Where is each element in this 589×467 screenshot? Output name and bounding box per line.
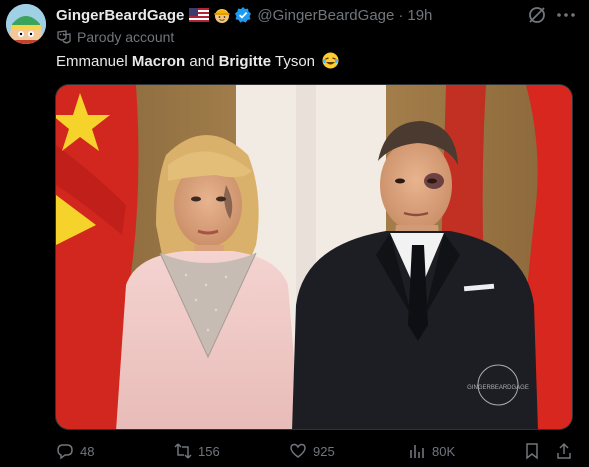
tweet-text-part: and — [185, 53, 219, 70]
theater-mask-icon — [56, 29, 72, 45]
tweet-text-part: Tyson — [271, 53, 316, 70]
tweet-header: GingerBeardGage @GingerBeardGage · 19h — [56, 5, 432, 25]
views-count: 80K — [432, 443, 456, 459]
construction-worker-emoji-icon — [213, 6, 231, 24]
tweet-bold-macron: Macron — [131, 53, 186, 70]
reply-button[interactable]: 48 — [56, 442, 94, 460]
reply-count: 48 — [80, 443, 95, 459]
handle[interactable]: @GingerBeardGage — [257, 7, 394, 24]
action-bar: 48 156 925 80K — [0, 438, 589, 466]
views-icon — [410, 445, 424, 458]
timestamp[interactable]: 19h — [407, 7, 432, 24]
repost-button[interactable]: 156 — [174, 442, 220, 460]
tweet-text: Emmanuel Macron and Brigitte Tyson — [56, 52, 339, 70]
repost-icon — [174, 443, 192, 459]
reply-icon — [57, 444, 73, 460]
avatar[interactable] — [6, 4, 46, 44]
like-button[interactable]: 925 — [289, 442, 335, 460]
verified-badge-icon[interactable] — [234, 6, 252, 24]
tweet-text-part: Emmanuel — [56, 53, 132, 70]
bookmark-icon[interactable] — [523, 442, 541, 460]
rolling-laughing-emoji-icon — [322, 52, 339, 69]
share-icon[interactable] — [555, 442, 573, 460]
views-button[interactable]: 80K — [408, 442, 455, 460]
parody-label-text: Parody account — [77, 29, 175, 45]
parody-label: Parody account — [56, 29, 174, 45]
watermark-text: GINGERBEARDGAGE — [467, 385, 529, 391]
repost-count: 156 — [198, 443, 220, 459]
tweet[interactable]: GingerBeardGage @GingerBeardGage · 19h P… — [0, 0, 589, 467]
us-flag-icon — [189, 8, 210, 22]
tweet-bold-brigitte: Brigitte — [218, 53, 272, 70]
tweet-image[interactable]: GINGERBEARDGAGE — [55, 84, 573, 430]
more-icon[interactable] — [554, 4, 578, 26]
like-count: 925 — [313, 443, 335, 459]
photo-illustration: GINGERBEARDGAGE — [56, 85, 572, 429]
heart-icon — [290, 443, 306, 458]
grok-icon[interactable] — [526, 4, 548, 26]
display-name[interactable]: GingerBeardGage — [56, 7, 184, 24]
separator-dot: · — [398, 6, 404, 24]
